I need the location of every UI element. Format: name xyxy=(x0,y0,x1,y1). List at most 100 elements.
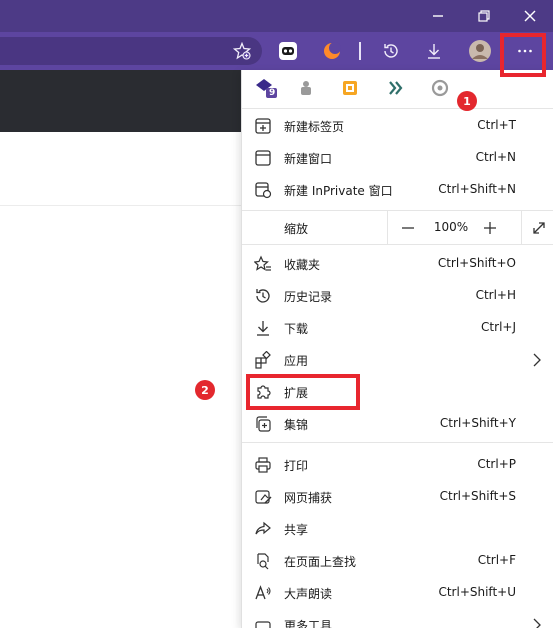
history-icon xyxy=(384,44,398,58)
read-aloud-icon xyxy=(255,585,271,600)
menu-item-label: 新建窗口 xyxy=(284,152,333,166)
moon-icon xyxy=(324,42,341,59)
menu-item-shortcut: Ctrl+F xyxy=(477,553,516,567)
highlight-box-extensions xyxy=(246,374,360,410)
downloads-button[interactable] xyxy=(420,37,448,65)
inprivate-window-icon xyxy=(255,182,272,199)
menu-divider xyxy=(242,442,553,443)
menu-item-label: 新建标签页 xyxy=(284,120,345,134)
download-icon xyxy=(257,321,269,336)
menu-item-label: 下载 xyxy=(284,322,309,336)
add-favorite-button[interactable] xyxy=(228,37,256,65)
zoom-in-button[interactable] xyxy=(477,215,503,241)
step-badge-2: 2 xyxy=(195,380,215,400)
menu-item-shortcut: Ctrl+T xyxy=(477,118,516,132)
zoom-out-button[interactable] xyxy=(395,215,421,241)
minimize-button[interactable] xyxy=(415,0,461,32)
circle-arrow-extension-icon xyxy=(431,79,449,97)
menu-item-favorites[interactable]: 收藏夹 Ctrl+Shift+O xyxy=(242,248,553,280)
web-capture-icon xyxy=(255,490,272,504)
restore-button[interactable] xyxy=(461,0,507,32)
plus-icon xyxy=(484,222,496,234)
menu-item-shortcut: Ctrl+H xyxy=(475,288,516,302)
menu-item-new-inprivate-window[interactable]: 新建 InPrivate 窗口 Ctrl+Shift+N xyxy=(242,174,553,206)
chevron-right-icon xyxy=(533,353,541,367)
menu-item-label: 集锦 xyxy=(284,418,309,432)
menu-item-label: 新建 InPrivate 窗口 xyxy=(284,184,393,198)
highlight-box-more-button xyxy=(500,33,546,77)
menu-item-new-window[interactable]: 新建窗口 Ctrl+N xyxy=(242,142,553,174)
zoom-level: 100% xyxy=(433,220,469,234)
close-button[interactable] xyxy=(507,0,553,32)
history-icon xyxy=(256,289,270,303)
star-add-icon xyxy=(233,42,251,60)
page-divider xyxy=(0,205,241,206)
extension-button-5[interactable] xyxy=(428,76,452,100)
extension-count-badge: 9 xyxy=(269,88,276,98)
menu-item-more-tools[interactable]: 更多工具 xyxy=(242,609,553,628)
find-on-page-icon xyxy=(257,553,269,570)
zoom-label: 缩放 xyxy=(284,222,309,236)
favorites-icon xyxy=(254,255,271,271)
profile-button[interactable] xyxy=(466,37,494,65)
chevron-right-icon xyxy=(533,618,541,628)
menu-item-label: 大声朗读 xyxy=(284,587,333,601)
apps-icon xyxy=(255,351,271,369)
menu-item-downloads[interactable]: 下载 Ctrl+J xyxy=(242,312,553,344)
menu-item-label: 收藏夹 xyxy=(284,258,321,272)
share-icon xyxy=(255,521,271,535)
menu-item-label: 打印 xyxy=(284,459,309,473)
full-screen-button[interactable] xyxy=(521,211,553,244)
minus-icon xyxy=(402,227,414,229)
new-tab-icon xyxy=(255,118,271,134)
download-icon xyxy=(428,44,440,59)
menu-item-shortcut: Ctrl+P xyxy=(477,457,516,471)
menu-item-label: 应用 xyxy=(284,354,309,368)
menu-item-find-on-page[interactable]: 在页面上查找 Ctrl+F xyxy=(242,545,553,577)
restore-icon xyxy=(478,10,490,22)
menu-item-apps[interactable]: 应用 xyxy=(242,344,553,376)
menu-item-shortcut: Ctrl+Shift+Y xyxy=(439,416,516,430)
dark-mode-extension-button[interactable] xyxy=(318,37,346,65)
menu-item-collections[interactable]: 集锦 Ctrl+Shift+Y xyxy=(242,408,553,440)
menu-item-label: 更多工具 xyxy=(284,619,333,628)
puzzle-piece-extension-icon xyxy=(301,81,311,95)
double-chevron-extension-icon xyxy=(389,81,403,95)
address-bar[interactable] xyxy=(0,37,262,65)
zoom-row: 缩放 100% xyxy=(242,210,553,245)
more-tools-icon xyxy=(255,621,271,628)
image-extension-icon xyxy=(343,81,357,95)
page-header-dark xyxy=(0,70,241,132)
avatar xyxy=(469,40,491,62)
extension-button-1[interactable]: 9 xyxy=(254,76,278,100)
toolbar-separator xyxy=(359,42,361,60)
full-screen-icon xyxy=(533,221,545,234)
menu-item-shortcut: Ctrl+Shift+U xyxy=(438,585,516,599)
menu-item-read-aloud[interactable]: 大声朗读 Ctrl+Shift+U xyxy=(242,577,553,609)
zoom-controls: 100% xyxy=(387,211,553,244)
extension-button-2[interactable] xyxy=(294,76,318,100)
menu-item-share[interactable]: 共享 xyxy=(242,513,553,545)
menu-item-label: 在页面上查找 xyxy=(284,555,357,569)
printer-icon xyxy=(255,457,271,473)
menu-item-shortcut: Ctrl+Shift+N xyxy=(438,182,516,196)
menu-item-shortcut: Ctrl+N xyxy=(475,150,516,164)
close-icon xyxy=(524,10,536,22)
menu-item-shortcut: Ctrl+J xyxy=(481,320,516,334)
menu-item-shortcut: Ctrl+Shift+S xyxy=(439,489,516,503)
ghost-extension-icon xyxy=(279,42,297,60)
step-badge-1: 1 xyxy=(457,91,477,111)
extension-ghost-button[interactable] xyxy=(274,37,302,65)
new-window-icon xyxy=(255,150,271,166)
extension-button-3[interactable] xyxy=(338,76,362,100)
settings-menu: 9 新建标签页 Ctrl+T 新建窗口 Ctrl+N 新建 InPrivate … xyxy=(241,70,553,628)
menu-item-new-tab[interactable]: 新建标签页 Ctrl+T xyxy=(242,110,553,142)
history-button[interactable] xyxy=(377,37,405,65)
menu-item-history[interactable]: 历史记录 Ctrl+H xyxy=(242,280,553,312)
menu-item-print[interactable]: 打印 Ctrl+P xyxy=(242,449,553,481)
collections-icon xyxy=(256,416,271,432)
extension-button-4[interactable] xyxy=(384,76,408,100)
menu-item-web-capture[interactable]: 网页捕获 Ctrl+Shift+S xyxy=(242,481,553,513)
menu-item-label: 共享 xyxy=(284,523,309,537)
menu-item-label: 网页捕获 xyxy=(284,491,333,505)
